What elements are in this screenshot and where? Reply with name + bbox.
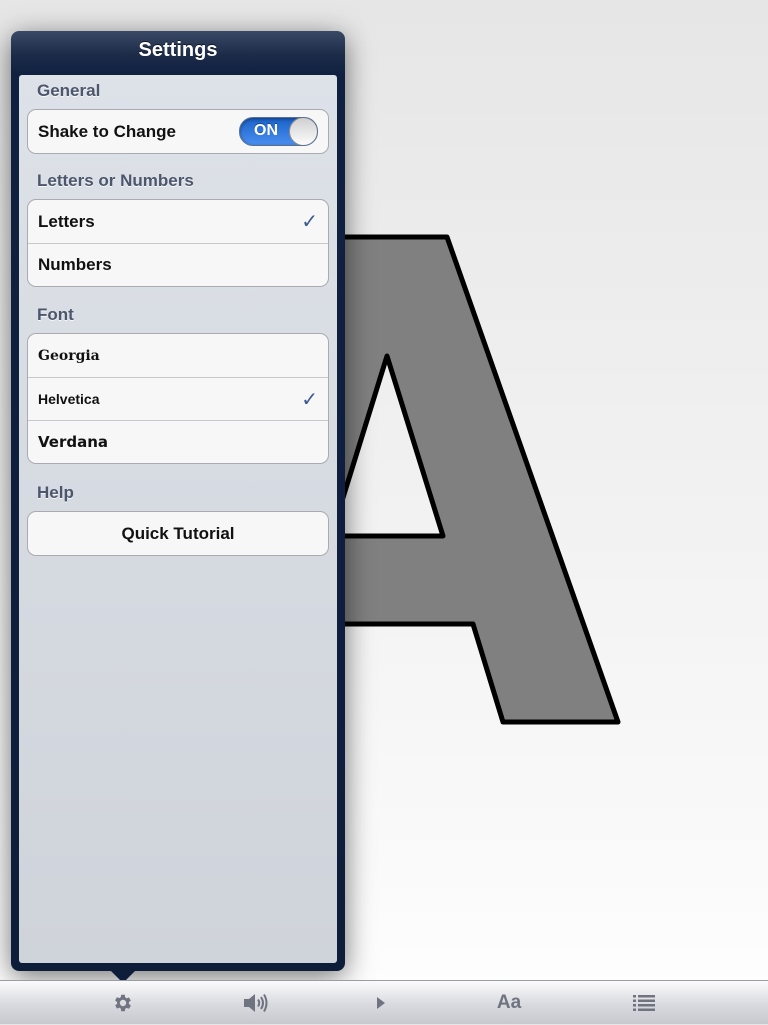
group-font: Georgia Helvetica ✓ Verdana xyxy=(27,333,329,464)
letters-label: Letters xyxy=(38,211,95,231)
font-button[interactable]: Aa xyxy=(487,981,531,1025)
font-icon: Aa xyxy=(496,992,522,1013)
sound-button[interactable] xyxy=(233,981,277,1025)
row-letters[interactable]: Letters ✓ xyxy=(28,200,328,243)
verdana-label: Verdana xyxy=(38,433,109,451)
group-general: Shake to Change ON xyxy=(27,109,329,154)
row-numbers[interactable]: Numbers xyxy=(28,243,328,286)
toggle-knob[interactable] xyxy=(289,118,317,145)
quick-tutorial-label: Quick Tutorial xyxy=(121,523,235,543)
list-button[interactable] xyxy=(622,981,666,1025)
play-button[interactable] xyxy=(359,981,403,1025)
row-font-verdana[interactable]: Verdana xyxy=(28,420,328,463)
checkmark-icon: ✓ xyxy=(301,389,318,411)
row-shake-to-change: Shake to Change ON xyxy=(28,110,328,153)
popover-title: Settings xyxy=(138,39,218,61)
list-icon xyxy=(633,995,655,1011)
shake-toggle[interactable]: ON xyxy=(239,117,318,146)
bottom-toolbar: Aa xyxy=(0,980,768,1024)
shake-label: Shake to Change xyxy=(38,121,176,141)
settings-popover: Settings General Shake to Change ON Lett… xyxy=(11,31,345,971)
section-header-help: Help xyxy=(37,483,74,502)
play-icon xyxy=(377,997,385,1009)
section-header-font: Font xyxy=(37,305,74,324)
letter-a-glyph xyxy=(297,234,621,725)
settings-content: General Shake to Change ON Letters or Nu… xyxy=(19,75,337,963)
helvetica-label: Helvetica xyxy=(38,391,100,407)
section-header-general: General xyxy=(37,81,101,100)
quick-tutorial-button[interactable]: Quick Tutorial xyxy=(28,512,328,555)
row-font-georgia[interactable]: Georgia xyxy=(28,334,328,377)
gear-icon xyxy=(115,994,131,1012)
checkmark-icon: ✓ xyxy=(301,211,318,233)
numbers-label: Numbers xyxy=(38,255,112,274)
toggle-on-text: ON xyxy=(254,122,278,139)
speaker-icon xyxy=(244,993,268,1013)
group-mode: Letters ✓ Numbers xyxy=(27,199,329,287)
georgia-label: Georgia xyxy=(38,347,100,364)
row-font-helvetica[interactable]: Helvetica ✓ xyxy=(28,377,328,420)
group-help: Quick Tutorial xyxy=(27,511,329,556)
section-header-mode: Letters or Numbers xyxy=(37,171,194,190)
settings-button[interactable] xyxy=(101,981,145,1025)
